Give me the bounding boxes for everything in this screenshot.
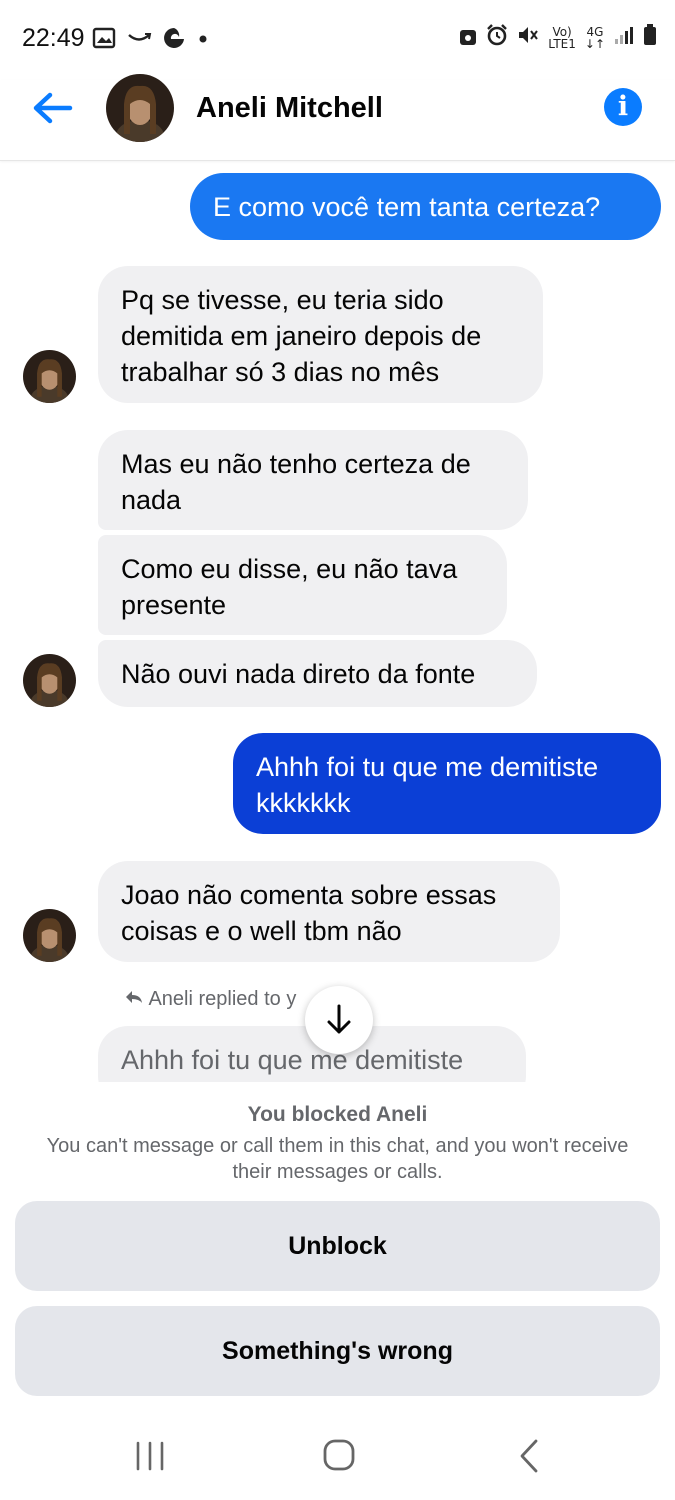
status-right-icons: Vo) LTE1 4G ↓↑ bbox=[459, 24, 657, 51]
lock-icon bbox=[459, 24, 477, 51]
message-text: Pq se tivesse, eu teria sido demitida em… bbox=[121, 285, 482, 387]
back-button[interactable] bbox=[28, 88, 78, 128]
message-text: E como você tem tanta certeza? bbox=[213, 192, 601, 222]
message-text: Não ouvi nada direto da fonte bbox=[121, 659, 476, 689]
message-incoming[interactable]: Joao não comenta sobre essas coisas e o … bbox=[98, 861, 560, 962]
reply-note-text: Aneli replied to y bbox=[148, 988, 297, 1010]
message-text: Como eu disse, eu não tava presente bbox=[121, 554, 458, 620]
blocked-title: You blocked Aneli bbox=[247, 1103, 428, 1126]
home-icon[interactable] bbox=[322, 1438, 356, 1477]
unblock-button[interactable]: Unblock bbox=[15, 1201, 660, 1291]
message-incoming[interactable]: Mas eu não tenho certeza de nada bbox=[98, 430, 528, 530]
battery-icon bbox=[643, 24, 657, 51]
image-icon bbox=[92, 27, 116, 54]
arrow-left-icon bbox=[33, 92, 73, 124]
message-incoming[interactable]: Não ouvi nada direto da fonte bbox=[98, 640, 537, 707]
sender-avatar[interactable] bbox=[23, 909, 76, 962]
sender-avatar[interactable] bbox=[23, 350, 76, 403]
recent-apps-icon[interactable] bbox=[132, 1440, 168, 1477]
blocked-description: You can't message or call them in this c… bbox=[46, 1135, 629, 1183]
message-text: Joao não comenta sobre essas coisas e o … bbox=[121, 880, 497, 946]
scroll-to-bottom-button[interactable] bbox=[305, 986, 373, 1054]
edge-icon bbox=[162, 26, 186, 55]
contact-avatar[interactable] bbox=[106, 74, 174, 142]
status-bar: 22:49 Vo) LTE1 4G ↓↑ bbox=[0, 0, 675, 80]
message-incoming[interactable]: Como eu disse, eu não tava presente bbox=[98, 535, 507, 635]
arrow-down-icon bbox=[327, 1004, 351, 1034]
message-text: Mas eu não tenho certeza de nada bbox=[121, 449, 471, 515]
sender-avatar[interactable] bbox=[23, 654, 76, 707]
dot-icon bbox=[196, 31, 210, 50]
amazon-smile-icon bbox=[126, 29, 152, 52]
info-icon[interactable]: i bbox=[604, 88, 642, 126]
back-nav-icon[interactable] bbox=[516, 1438, 544, 1479]
reply-icon bbox=[124, 988, 148, 1010]
volte-icon: Vo) LTE1 bbox=[548, 24, 576, 51]
status-time: 22:49 bbox=[22, 24, 85, 52]
reply-indicator: Aneli replied to y bbox=[124, 988, 296, 1011]
message-outgoing[interactable]: E como você tem tanta certeza? bbox=[190, 173, 661, 240]
message-outgoing[interactable]: Ahhh foi tu que me demitiste kkkkkkk bbox=[233, 733, 661, 834]
message-text: Ahhh foi tu que me demitiste kkkkkkk bbox=[256, 752, 599, 818]
system-nav-bar bbox=[0, 1420, 675, 1500]
network-4g-icon: 4G ↓↑ bbox=[584, 24, 605, 51]
message-incoming[interactable]: Pq se tivesse, eu teria sido demitida em… bbox=[98, 266, 543, 403]
signal-icon bbox=[614, 25, 634, 50]
alarm-icon bbox=[486, 24, 508, 51]
something-wrong-button[interactable]: Something's wrong bbox=[15, 1306, 660, 1396]
status-left-icons bbox=[92, 26, 210, 55]
contact-name[interactable]: Aneli Mitchell bbox=[196, 92, 383, 125]
mute-icon bbox=[517, 24, 539, 51]
